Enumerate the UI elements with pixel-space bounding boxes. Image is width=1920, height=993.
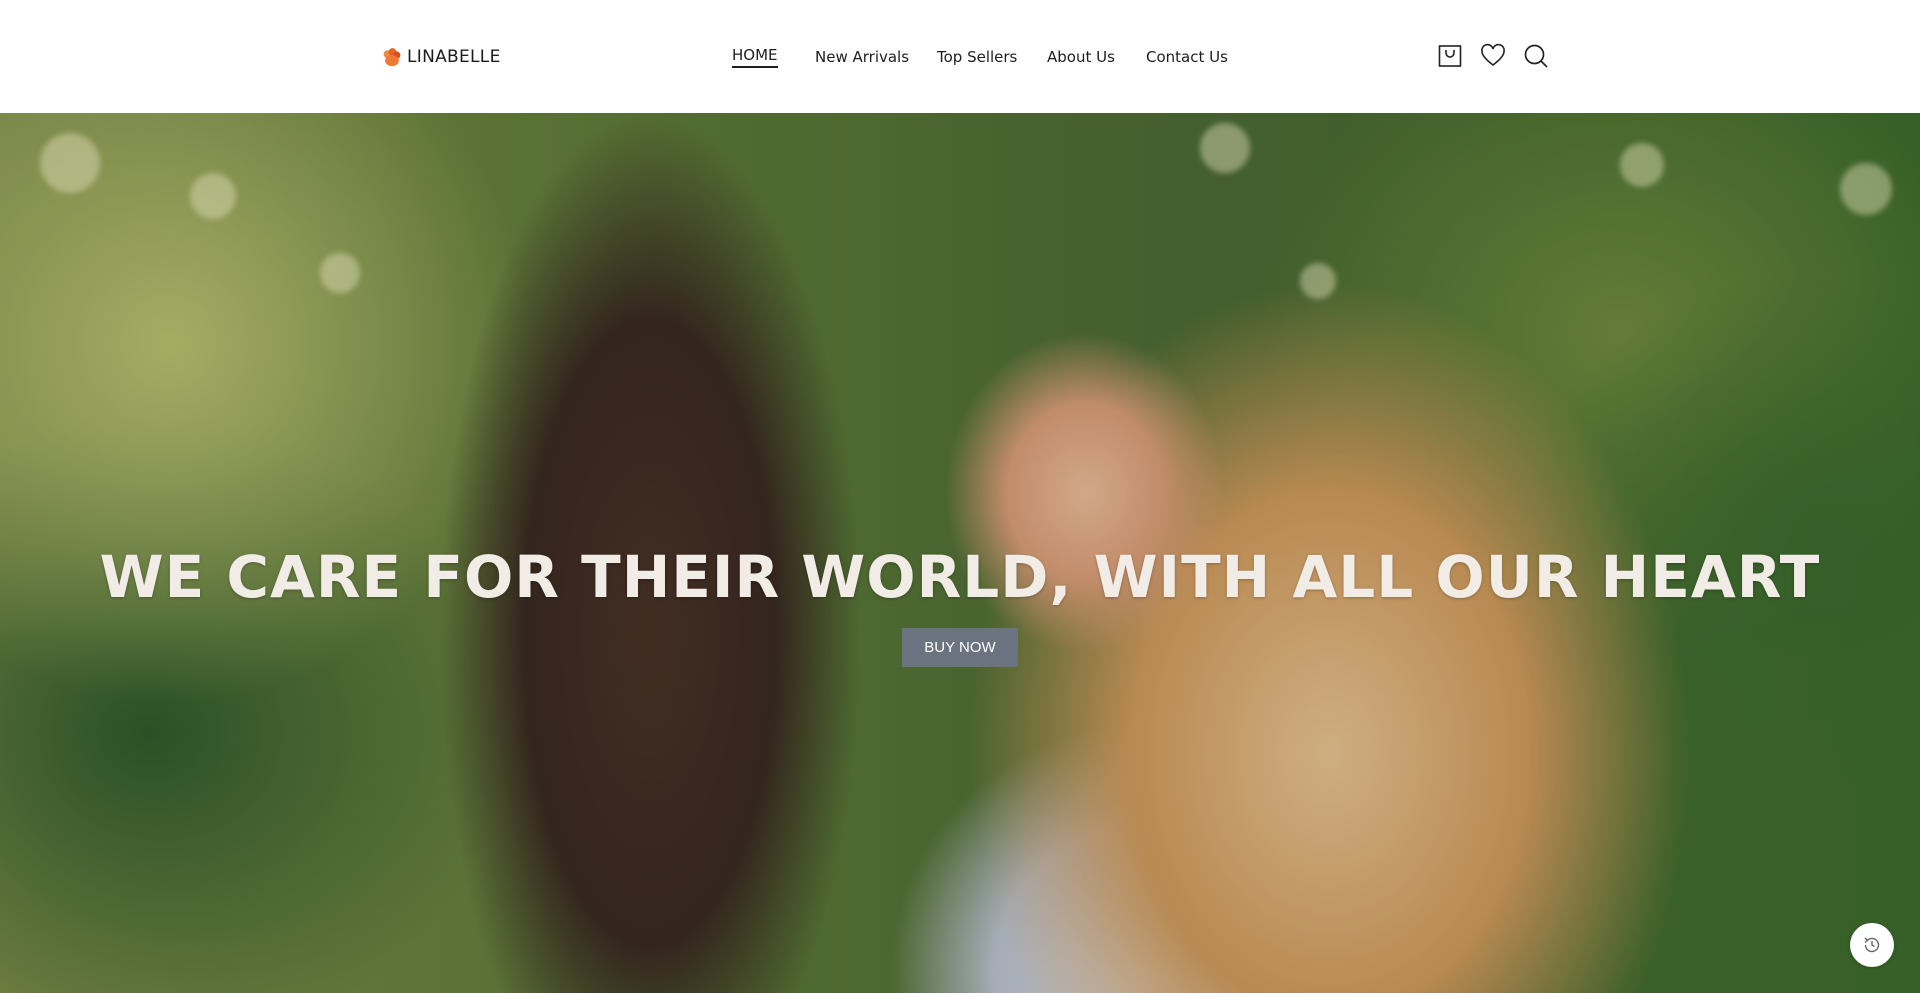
bokeh-light (1620, 143, 1664, 187)
nav-about-us[interactable]: About Us (1047, 44, 1115, 70)
nav-contact-us[interactable]: Contact Us (1146, 44, 1228, 70)
site-header: LINABELLE HOME New Arrivals Top Sellers … (0, 0, 1920, 113)
nav-new-arrivals[interactable]: New Arrivals (815, 44, 909, 70)
bokeh-light (1840, 163, 1892, 215)
history-button[interactable] (1850, 923, 1894, 967)
search-icon (1524, 44, 1548, 68)
brand-logo[interactable]: LINABELLE (381, 44, 501, 70)
wishlist-button[interactable] (1479, 42, 1507, 70)
bokeh-light (1200, 123, 1250, 173)
bokeh-light (320, 253, 360, 293)
bokeh-light (40, 133, 100, 193)
paw-logo-icon (383, 48, 401, 67)
heart-icon (1481, 43, 1505, 67)
bokeh-light (1300, 263, 1336, 299)
brand-name: LINABELLE (407, 47, 501, 67)
cart-icon (1438, 45, 1462, 67)
bokeh-light (190, 173, 236, 219)
hero-title: WE CARE FOR THEIR WORLD, WITH ALL OUR HE… (99, 543, 1821, 611)
nav-top-sellers[interactable]: Top Sellers (937, 44, 1017, 70)
nav-home[interactable]: HOME (732, 44, 778, 68)
search-button[interactable] (1522, 42, 1550, 70)
history-icon (1864, 937, 1880, 953)
hero-banner: WE CARE FOR THEIR WORLD, WITH ALL OUR HE… (0, 113, 1920, 993)
buy-now-button[interactable]: BUY NOW (902, 628, 1018, 667)
cart-button[interactable] (1436, 42, 1464, 70)
